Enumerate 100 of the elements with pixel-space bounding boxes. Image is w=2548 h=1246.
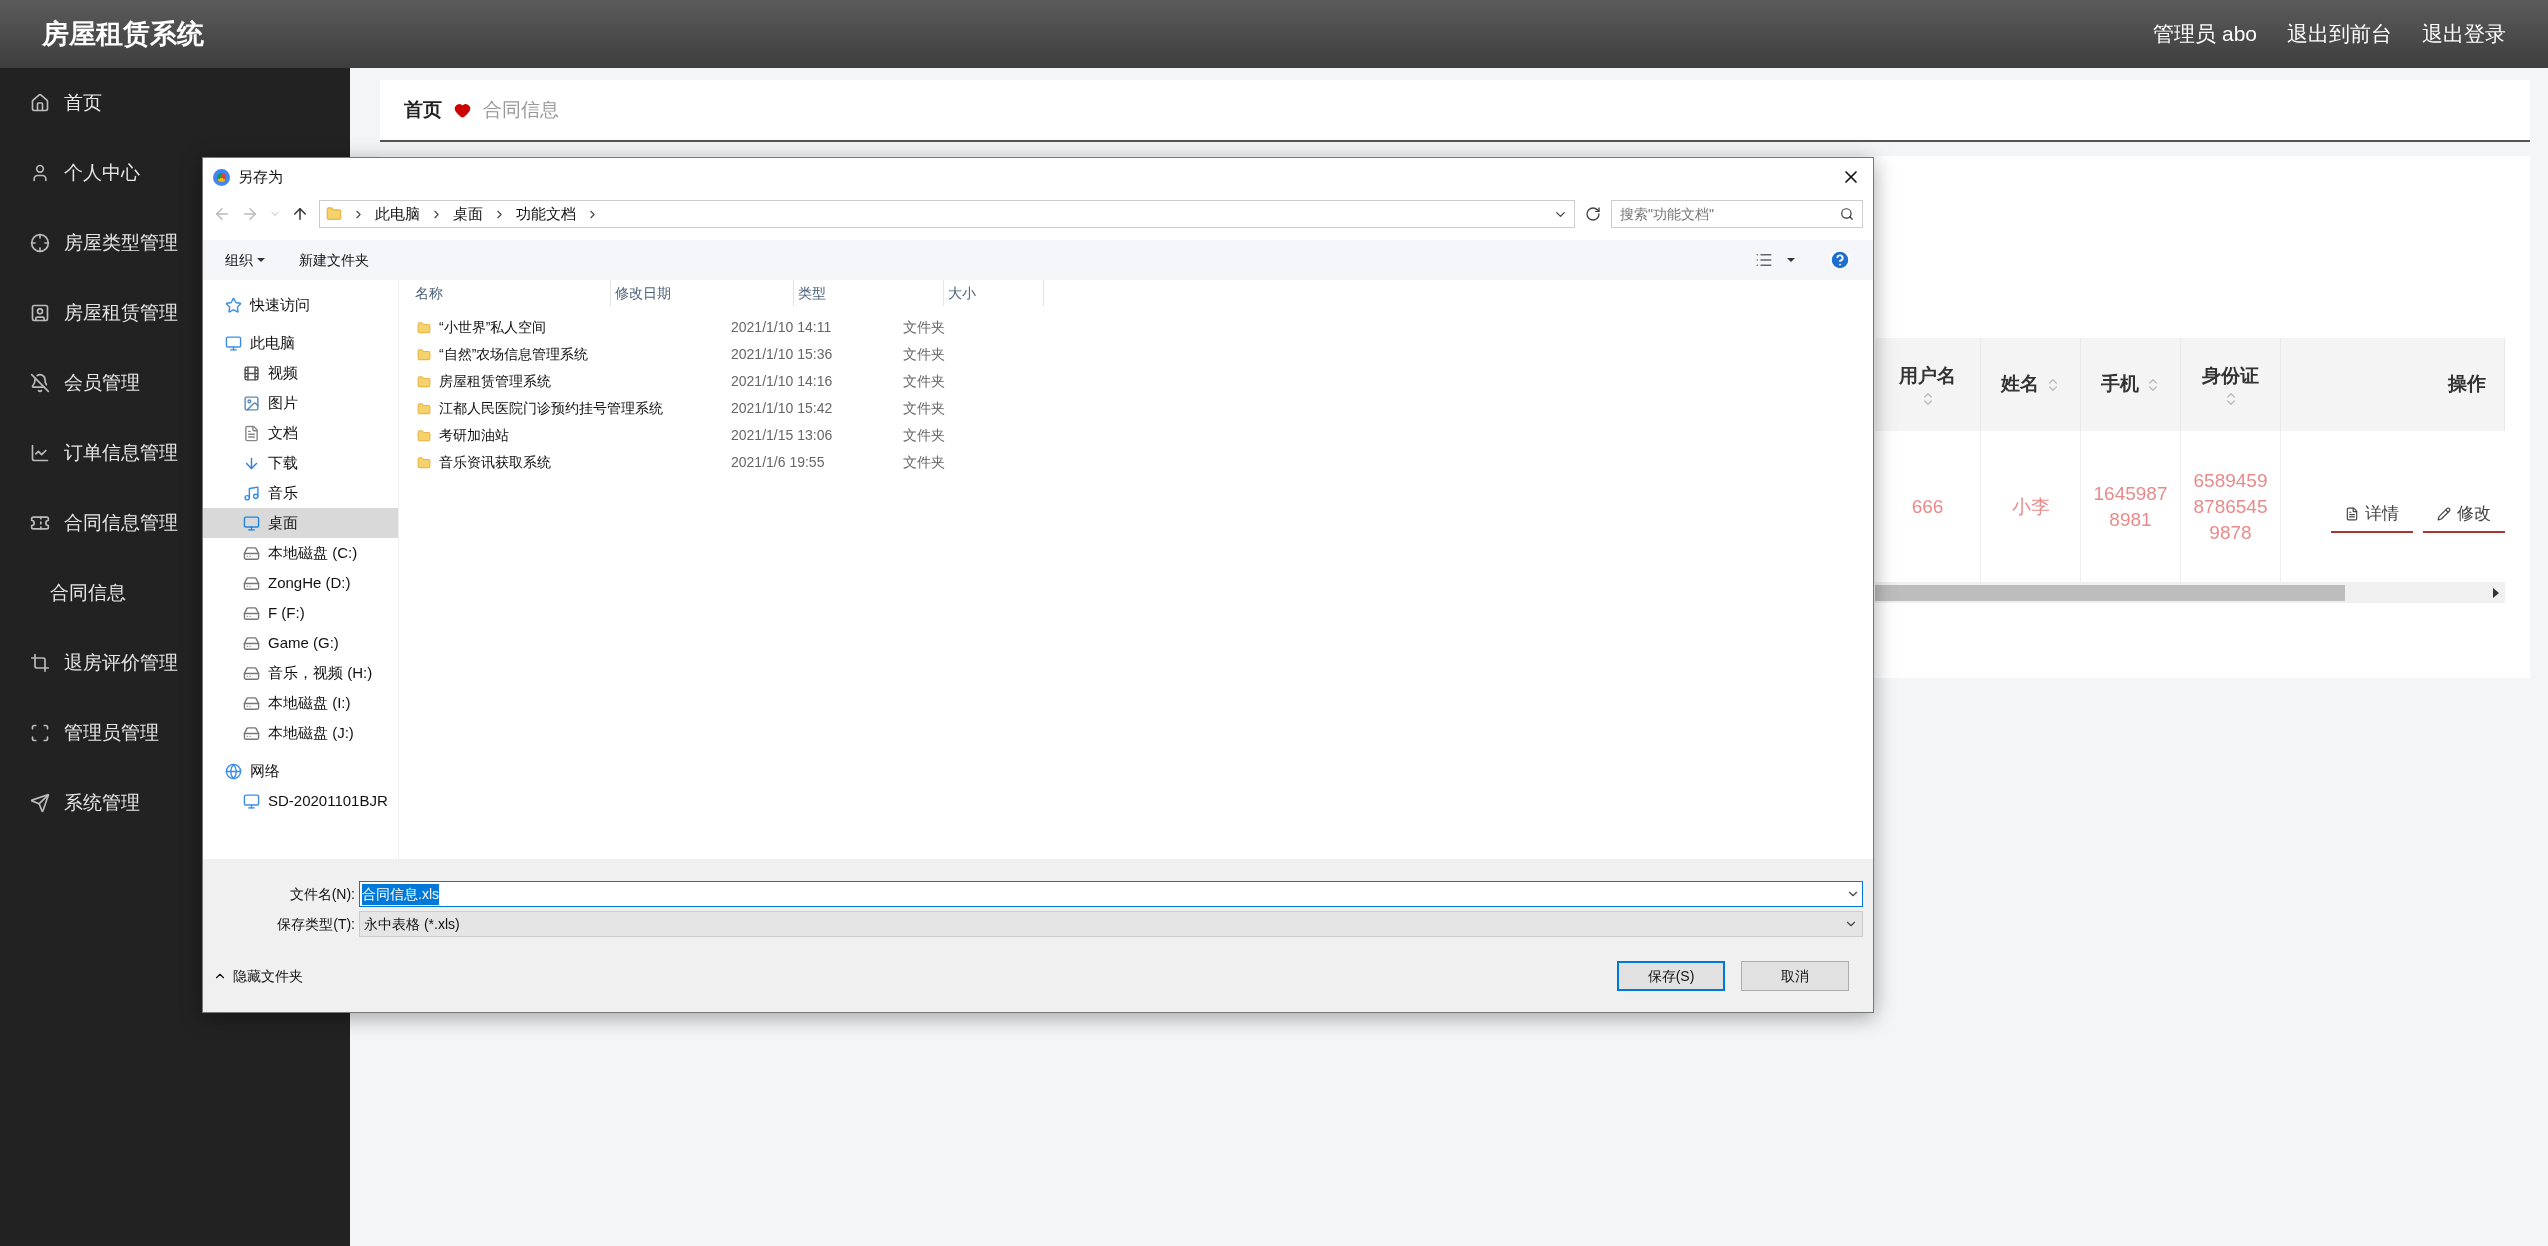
nav-item[interactable]: 此电脑 [203,328,398,358]
file-date: 2021/1/10 14:11 [730,318,833,337]
table-cell: 658945987865459878 [2181,431,2281,582]
table-cell: 666 [1875,431,1981,582]
header-link[interactable]: 管理员 abo [2153,18,2257,50]
organize-button[interactable]: 组织 [225,249,265,271]
breadcrumb-current: 合同信息 [483,97,559,122]
bell-off-icon [30,373,50,393]
document-icon [243,424,260,442]
chart-icon [30,443,50,463]
search-icon [1840,207,1854,221]
nav-item[interactable]: 音乐，视频 (H:) [203,658,398,688]
star-icon [225,296,242,314]
file-name[interactable]: “自然”农场信息管理系统 [439,344,589,365]
drive-icon [243,694,260,712]
nav-item[interactable]: 视频 [203,358,398,388]
computer-icon [225,334,242,352]
folder-icon [417,320,431,335]
nav-item[interactable]: 本地磁盘 (C:) [203,538,398,568]
folder-icon [417,455,431,470]
nav-item[interactable]: 桌面 [203,508,398,538]
breadcrumb-link[interactable]: 首页 [404,95,442,125]
column-header[interactable]: 身份证 [2181,338,2281,431]
file-name[interactable]: 江都人民医院门诊预约挂号管理系统 [439,398,663,419]
file-date: 2021/1/10 15:42 [730,399,834,418]
nav-item[interactable]: 文档 [203,418,398,448]
file-date: 2021/1/15 13:06 [730,426,834,445]
list-column-header[interactable]: 大小 [944,280,1044,306]
address-bar[interactable]: 此电脑 桌面 功能文档 [319,200,1575,228]
up-icon[interactable] [291,205,309,223]
filename-label: 文件名(N): [288,884,356,904]
edit-button[interactable]: 修改 [2423,496,2505,533]
drive-icon [243,634,260,652]
nav-item[interactable]: ZongHe (D:) [203,568,398,598]
nav-item[interactable]: 本地磁盘 (J:) [203,718,398,748]
folder-icon [417,374,431,389]
file-type: 文件夹 [903,399,945,418]
drive-icon [243,574,260,592]
drive-icon [243,724,260,742]
heart-icon [454,101,471,119]
file-date: 2021/1/10 14:16 [730,372,834,391]
view-icon[interactable] [1755,251,1773,269]
filename-field[interactable]: 合同信息.xls [359,881,1863,907]
horizontal-scrollbar[interactable] [1875,583,2505,603]
file-type: 文件夹 [903,453,945,472]
nav-item[interactable]: Game (G:) [203,628,398,658]
file-name[interactable]: 考研加油站 [439,425,509,446]
sidebar-item[interactable]: 首页 [0,68,350,138]
browser-logo-icon [213,168,230,186]
column-header[interactable]: 姓名 [1981,338,2081,431]
globe-icon [225,762,242,780]
ticket-icon [30,513,50,533]
nav-item[interactable]: 快速访问 [203,290,398,320]
list-column-header[interactable]: 类型 [794,280,944,306]
column-header[interactable]: 用户名 [1875,338,1981,431]
nav-item[interactable]: 音乐 [203,478,398,508]
refresh-icon[interactable] [1585,206,1601,222]
crosshair-icon [30,233,50,253]
drive-icon [243,604,260,622]
music-icon [243,484,260,502]
file-date: 2021/1/10 15:36 [730,345,834,364]
send-icon [30,793,50,813]
file-name[interactable]: 音乐资讯获取系统 [439,452,551,473]
file-type: 文件夹 [903,426,945,445]
column-header[interactable]: 操作 [2281,338,2505,431]
list-column-header[interactable]: 名称 [413,280,611,306]
caret-icon[interactable] [1787,258,1795,262]
folder-icon [417,428,431,443]
nav-item[interactable]: 本地磁盘 (I:) [203,688,398,718]
header-link[interactable]: 退出到前台 [2287,18,2392,50]
search-field[interactable]: 搜索"功能文档" [1611,200,1863,228]
help-icon[interactable] [1829,249,1851,271]
frame-icon [30,723,50,743]
nav-item[interactable]: SD-20201101BJR [203,786,398,816]
picture-icon [243,394,260,412]
cancel-button[interactable]: 取消 [1741,961,1849,991]
folder-icon [417,401,431,416]
filetype-select[interactable]: 永中表格 (*.xls) [359,911,1863,937]
column-header[interactable]: 手机 [2081,338,2181,431]
path-segment[interactable]: 桌面 [453,202,483,226]
table-cell: 小李 [1981,431,2081,582]
nav-item[interactable]: F (F:) [203,598,398,628]
path-segment[interactable]: 功能文档 [516,202,576,226]
nav-item[interactable]: 网络 [203,756,398,786]
file-type: 文件夹 [903,345,945,364]
crop-icon [30,653,50,673]
list-column-header[interactable]: 修改日期 [611,280,794,306]
drive-icon [243,544,260,562]
new-folder-button[interactable]: 新建文件夹 [299,249,369,271]
nav-item[interactable]: 图片 [203,388,398,418]
nav-item[interactable]: 下载 [203,448,398,478]
header-link[interactable]: 退出登录 [2422,18,2506,50]
hide-folders-toggle[interactable]: 隐藏文件夹 [213,965,303,987]
file-name[interactable]: 房屋租赁管理系统 [439,371,551,392]
file-name[interactable]: “小世界”私人空间 [439,317,547,338]
home-icon [30,93,50,113]
details-button[interactable]: 详情 [2331,496,2413,533]
dialog-title: 另存为 [238,166,283,187]
save-button[interactable]: 保存(S) [1617,961,1725,991]
path-segment[interactable]: 此电脑 [375,202,420,226]
